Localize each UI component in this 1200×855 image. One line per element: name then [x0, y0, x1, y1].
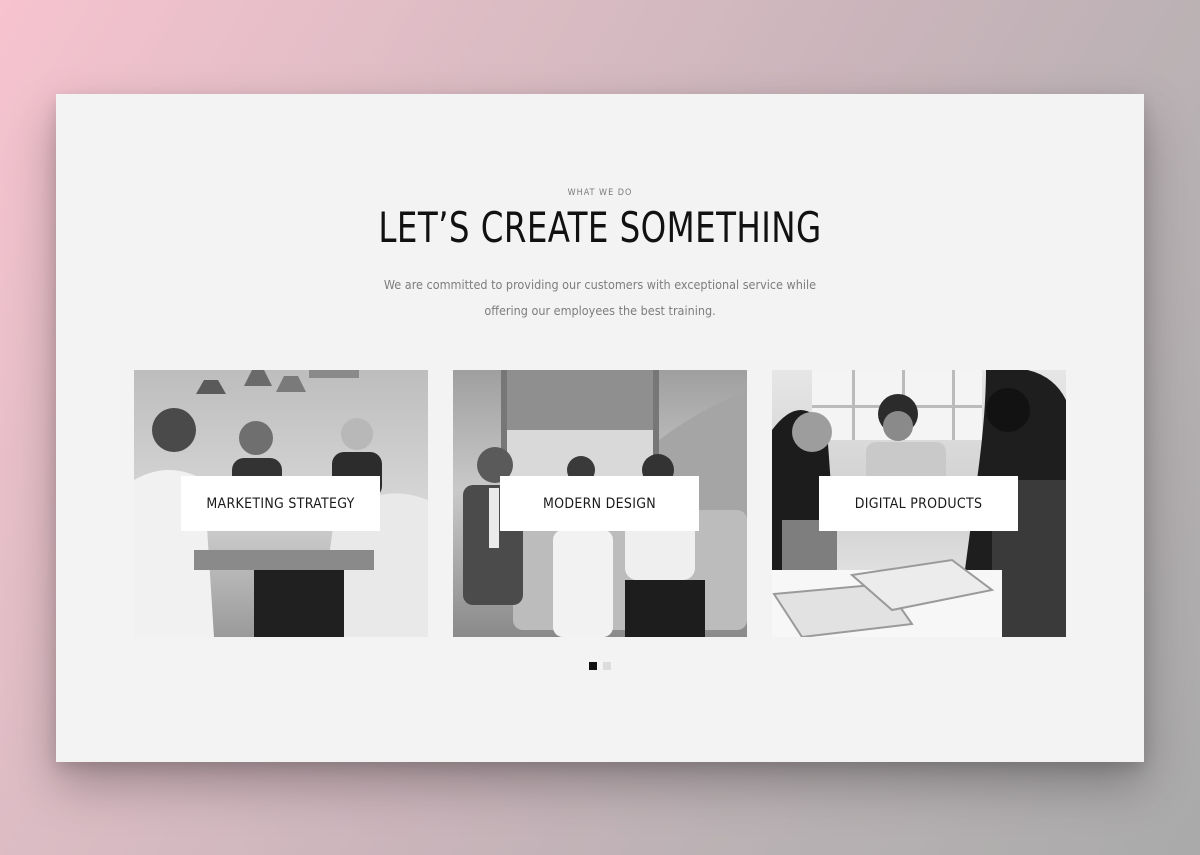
description-line-1: We are committed to providing our custom… [383, 277, 817, 292]
service-label: MODERN DESIGN [500, 476, 699, 531]
description-line-2: offering our employees the best training… [484, 303, 716, 318]
pagination-dot-2[interactable] [603, 662, 611, 670]
service-card-digital-products[interactable]: DIGITAL PRODUCTS [772, 370, 1066, 637]
service-label: DIGITAL PRODUCTS [819, 476, 1018, 531]
section-title: LET’S CREATE SOMETHING [378, 203, 822, 252]
services-section: WHAT WE DO LET’S CREATE SOMETHING We are… [56, 94, 1144, 762]
carousel-pagination [589, 662, 611, 670]
pagination-dot-1[interactable] [589, 662, 597, 670]
service-card-marketing-strategy[interactable]: MARKETING STRATEGY [134, 370, 428, 637]
section-description: We are committed to providing our custom… [300, 272, 900, 324]
service-card-modern-design[interactable]: MODERN DESIGN [453, 370, 747, 637]
section-eyebrow: WHAT WE DO [567, 188, 633, 198]
service-label: MARKETING STRATEGY [181, 476, 380, 531]
